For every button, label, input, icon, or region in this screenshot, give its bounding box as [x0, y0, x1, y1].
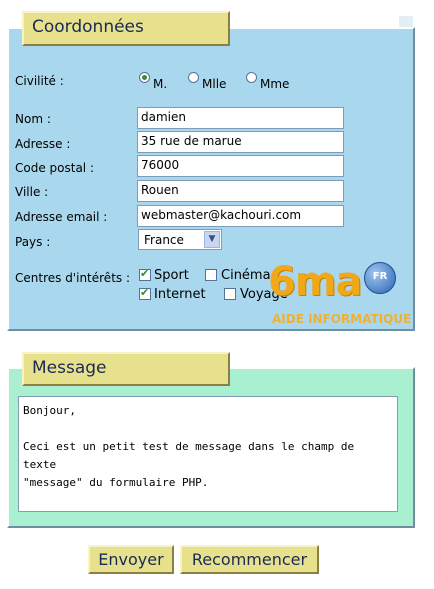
email-label: Adresse email :: [15, 210, 108, 224]
civilite-option-mme: Mme: [260, 77, 290, 91]
pays-label: Pays :: [15, 235, 51, 249]
checkbox-sport[interactable]: [139, 267, 151, 281]
legend-coordonnees: Coordonnées: [22, 11, 230, 46]
watermark-tagline: AIDE INFORMATIQUE: [272, 312, 412, 326]
chevron-down-icon[interactable]: ▼: [204, 231, 220, 248]
code-postal-input[interactable]: 76000: [137, 155, 344, 177]
nom-input[interactable]: damien: [137, 107, 344, 129]
watermark-badge-icon: FR: [364, 262, 396, 294]
checkbox-cinema[interactable]: [205, 269, 217, 281]
watermark-logo: 6ma: [268, 259, 363, 305]
pays-selected-value: France: [144, 233, 184, 247]
reset-button[interactable]: Recommencer: [180, 545, 319, 574]
checkbox-internet[interactable]: [139, 286, 151, 300]
adresse-input[interactable]: 35 rue de marue: [137, 131, 344, 153]
pays-select[interactable]: France ▼: [138, 229, 222, 250]
civilite-label: Civilité :: [15, 74, 64, 88]
interets-label: Centres d'intérêts :: [15, 271, 131, 285]
civilite-option-m: M.: [153, 77, 168, 91]
message-textarea[interactable]: Bonjour, Ceci est un petit test de messa…: [18, 396, 398, 512]
civilite-option-mlle: Mlle: [202, 77, 227, 91]
ville-input[interactable]: Rouen: [137, 180, 344, 202]
legend-message: Message: [22, 352, 230, 386]
checkbox-voyage[interactable]: [224, 288, 236, 300]
nom-label: Nom :: [15, 112, 51, 126]
email-input[interactable]: webmaster@kachouri.com: [137, 205, 344, 227]
civilite-radio-m[interactable]: [139, 72, 150, 83]
code-postal-label: Code postal :: [15, 161, 94, 175]
civilite-radio-mlle[interactable]: [188, 72, 199, 83]
submit-button[interactable]: Envoyer: [88, 545, 174, 574]
adresse-label: Adresse :: [15, 137, 71, 151]
ville-label: Ville :: [15, 185, 49, 199]
civilite-radio-mme[interactable]: [246, 72, 257, 83]
checkbox-cinema-label: Cinéma: [221, 268, 271, 283]
checkbox-internet-label: Internet: [154, 287, 206, 302]
checkbox-sport-label: Sport: [154, 268, 189, 283]
